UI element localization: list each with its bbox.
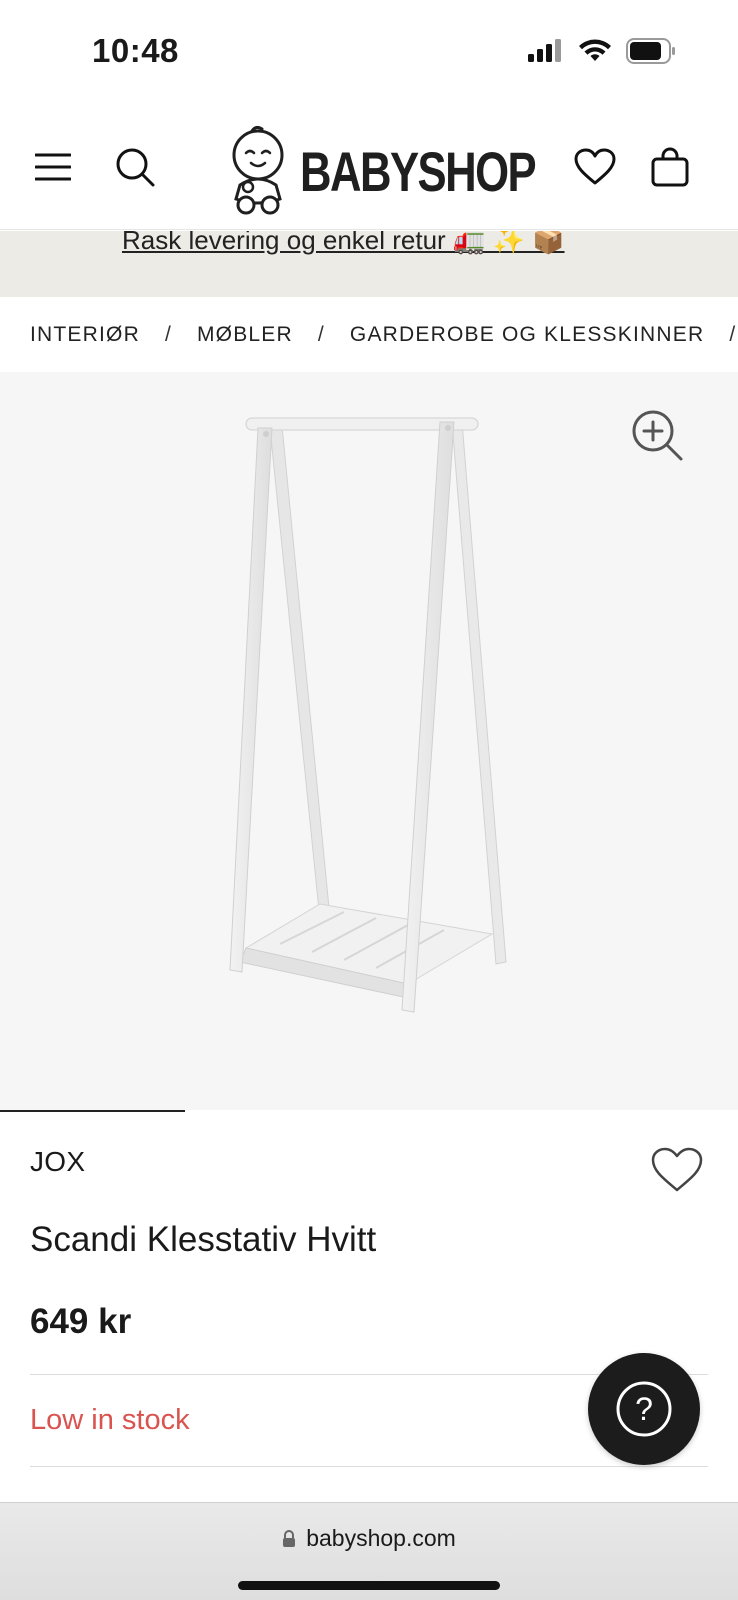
battery-icon bbox=[626, 38, 675, 64]
wifi-icon bbox=[579, 39, 611, 61]
stock-status: Low in stock bbox=[30, 1404, 190, 1436]
search-icon bbox=[116, 148, 155, 187]
breadcrumb-item-furniture[interactable]: MØBLER bbox=[197, 323, 293, 347]
breadcrumb-item-interior[interactable]: INTERIØR bbox=[30, 323, 140, 347]
zoom-button[interactable] bbox=[630, 408, 684, 462]
product-image-gallery[interactable] bbox=[0, 372, 738, 1112]
zoom-in-icon bbox=[632, 410, 683, 461]
cellular-signal-icon bbox=[528, 39, 561, 62]
promo-text[interactable]: Rask levering og enkel retur 🚛 ✨ 📦 bbox=[122, 231, 565, 256]
search-button[interactable] bbox=[112, 144, 158, 190]
breadcrumb-separator: / bbox=[164, 323, 172, 346]
breadcrumb-separator: / bbox=[729, 323, 737, 346]
lock-icon bbox=[283, 1529, 296, 1547]
add-to-wishlist-button[interactable] bbox=[650, 1146, 706, 1196]
status-bar: 10:48 bbox=[0, 0, 738, 100]
home-indicator[interactable] bbox=[238, 1581, 500, 1590]
browser-address-bar[interactable]: babyshop.com bbox=[0, 1502, 738, 1600]
url-text: babyshop.com bbox=[306, 1525, 456, 1551]
product-title: Scandi Klesstativ Hvitt bbox=[30, 1220, 377, 1259]
divider bbox=[30, 1466, 708, 1467]
help-label: ? bbox=[635, 1391, 653, 1427]
product-brand[interactable]: JOX bbox=[30, 1146, 85, 1178]
logo-text: BABYSHOP bbox=[300, 140, 537, 203]
breadcrumb-separator: / bbox=[317, 323, 325, 346]
cart-button[interactable] bbox=[646, 142, 694, 192]
site-header: BABYSHOP bbox=[0, 110, 738, 230]
status-icons bbox=[528, 38, 676, 64]
wishlist-button[interactable] bbox=[570, 144, 620, 190]
status-time: 10:48 bbox=[92, 32, 179, 69]
menu-button[interactable] bbox=[30, 144, 76, 190]
product-image bbox=[229, 417, 507, 1013]
babyshop-logo[interactable]: BABYSHOP bbox=[226, 124, 601, 216]
breadcrumb: INTERIØR / MØBLER / GARDEROBE OG KLESSKI… bbox=[0, 298, 738, 372]
promo-banner[interactable]: Rask levering og enkel retur 🚛 ✨ 📦 bbox=[0, 231, 738, 297]
help-icon: ? bbox=[616, 1381, 672, 1437]
heart-icon bbox=[574, 148, 616, 185]
heart-icon bbox=[651, 1147, 703, 1192]
gallery-progress-indicator bbox=[0, 1110, 185, 1112]
product-price: 649 kr bbox=[30, 1302, 132, 1341]
menu-icon bbox=[35, 153, 71, 181]
help-button[interactable]: ? bbox=[588, 1353, 700, 1465]
url-display[interactable]: babyshop.com bbox=[0, 1525, 738, 1552]
breadcrumb-item-wardrobe[interactable]: GARDEROBE OG KLESSKINNER bbox=[350, 323, 704, 347]
baby-mascot-icon bbox=[232, 125, 284, 215]
shopping-bag-icon bbox=[651, 147, 689, 187]
